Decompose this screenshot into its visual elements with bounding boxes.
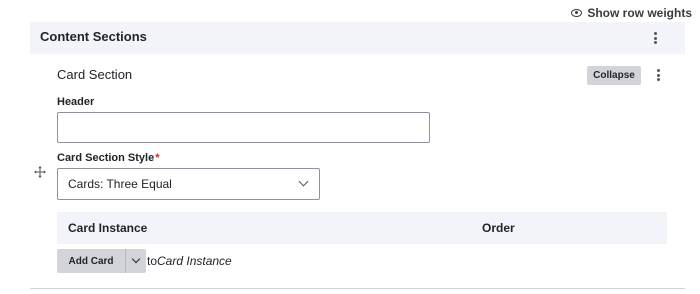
card-section-title: Card Section — [57, 67, 133, 82]
card-section-style-select[interactable]: Cards: Three Equal — [57, 168, 320, 200]
column-header-card-instance: Card Instance — [68, 221, 148, 235]
move-arrows-icon[interactable] — [34, 166, 46, 178]
card-section-style-label: Card Section Style* — [57, 152, 160, 164]
content-sections-title: Content Sections — [40, 29, 147, 44]
header-label: Header — [57, 96, 95, 108]
collapse-button[interactable]: Collapse — [587, 66, 641, 85]
card-menu-kebab-icon[interactable] — [651, 68, 665, 82]
show-row-weights-link[interactable]: Show row weights — [571, 6, 692, 20]
show-row-weights-label: Show row weights — [587, 6, 692, 20]
add-card-dropdown-toggle[interactable] — [125, 249, 146, 273]
add-card-group: Add Card — [57, 249, 146, 273]
add-card-button[interactable]: Add Card — [57, 249, 125, 273]
chevron-down-icon — [298, 176, 309, 187]
add-card-target-text: toCard Instance — [147, 254, 232, 268]
chevron-down-icon — [131, 254, 141, 264]
eye-icon — [571, 9, 583, 17]
card-section-style-value: Cards: Three Equal — [68, 177, 172, 191]
section-menu-kebab-icon[interactable] — [648, 31, 662, 45]
required-mark: * — [155, 152, 160, 164]
header-input[interactable] — [57, 112, 430, 143]
column-header-order: Order — [482, 221, 515, 235]
divider — [30, 288, 685, 289]
card-instance-table-header — [57, 212, 667, 244]
